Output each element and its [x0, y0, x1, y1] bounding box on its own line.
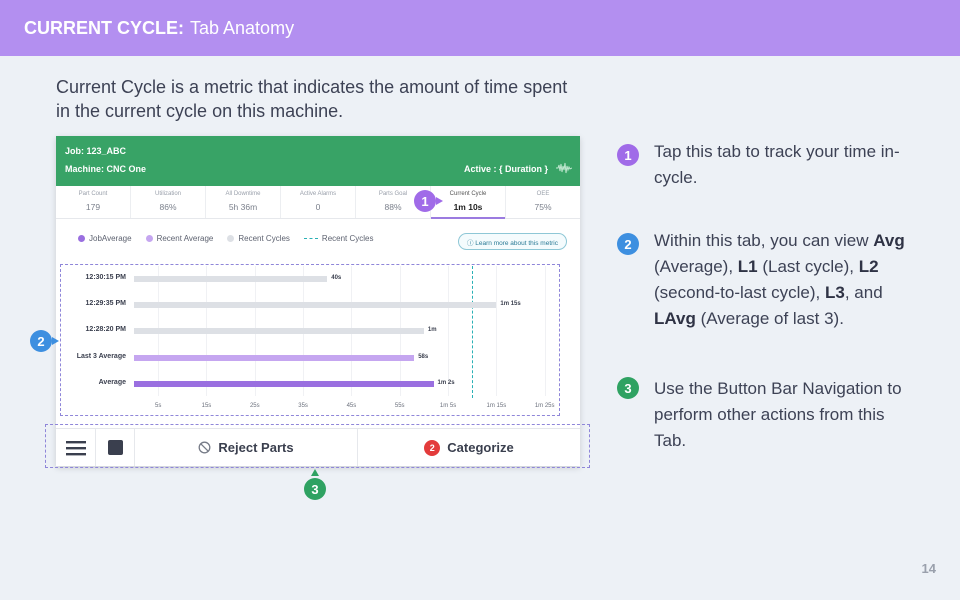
callout-2-arrow-icon	[52, 337, 59, 345]
legend-dash	[303, 238, 318, 239]
note-2-part: (second-to-last cycle),	[654, 283, 825, 302]
callout-1-badge: 1	[414, 190, 436, 212]
header-title-rest: Tab Anatomy	[190, 17, 295, 38]
callout-2-badge: 2	[30, 330, 52, 352]
legend-swatch	[145, 235, 153, 242]
tab-value: 5h 36m	[228, 202, 258, 212]
job-label: Job: 123_ABC	[65, 146, 127, 156]
note-1-text: Tap this tab to track your time in-cycle…	[654, 142, 900, 187]
tab-label: Active Alarms	[299, 191, 337, 197]
tab-label: Part Count	[78, 191, 108, 197]
note-2-part: (Last cycle),	[757, 257, 859, 276]
machine-label: Machine: CNC One	[65, 164, 147, 174]
learn-more-button[interactable]: ⓘ Learn more about this metric	[457, 233, 567, 250]
legend-item: JobAverage	[78, 234, 132, 243]
chart-highlight-box	[60, 264, 560, 416]
intro-text: Current Cycle is a metric that indicates…	[56, 77, 568, 121]
tab-all-downtime[interactable]: All Downtime 5h 36m	[206, 186, 281, 218]
tab-label: Utilization	[154, 191, 181, 197]
tab-active-alarms[interactable]: Active Alarms 0	[281, 186, 356, 218]
header-title-bold: CURRENT CYCLE:	[24, 17, 184, 38]
callout-3-badge: 3	[304, 478, 326, 500]
note-1-badge: 1	[617, 144, 639, 166]
legend-label: Recent Cycles	[238, 234, 290, 243]
slide-header: CURRENT CYCLE: Tab Anatomy	[0, 0, 960, 56]
legend-swatch	[78, 235, 85, 242]
note-2-part: (Average),	[654, 257, 738, 276]
note-2-part: (Average of last 3).	[695, 309, 844, 328]
tab-oee[interactable]: OEE 75%	[506, 186, 580, 218]
tab-value: 179	[85, 202, 101, 212]
legend-label: JobAverage	[89, 234, 132, 243]
legend-item: Recent Average	[145, 234, 214, 243]
note-2-prefix: Within this tab, you can view	[654, 231, 874, 250]
tab-value: 75%	[534, 202, 552, 212]
waveform-icon	[556, 162, 572, 174]
legend-item: Recent Cycles	[227, 234, 290, 243]
tab-value: 0	[315, 202, 321, 212]
note-2-badge: 2	[617, 233, 639, 255]
legend-item: Recent Cycles	[303, 234, 374, 243]
chart-legend: JobAverage Recent Average Recent Cycles …	[78, 234, 374, 243]
note-2-text: Within this tab, you can view Avg (Avera…	[654, 228, 914, 332]
note-2-part: , and	[844, 283, 883, 302]
legend-label: Recent Average	[156, 234, 214, 243]
term-lavg: LAvg	[654, 309, 696, 328]
active-duration: Active : { Duration }	[463, 164, 548, 174]
legend-label: Recent Cycles	[321, 234, 374, 243]
tab-part-count[interactable]: Part Count 179	[56, 186, 131, 218]
tab-label: OEE	[536, 191, 550, 197]
button-bar-highlight-box	[45, 424, 590, 468]
app-header: Job: 123_ABC Machine: CNC One Active : {…	[56, 136, 580, 186]
note-3-text: Use the Button Bar Navigation to perform…	[654, 379, 902, 450]
callout-3-arrow-icon	[311, 469, 319, 476]
note-3-badge: 3	[617, 377, 639, 399]
callout-1-arrow-icon	[436, 197, 443, 205]
tab-value: 86%	[159, 202, 177, 212]
metric-tabs: Part Count 179 Utilization 86% All Downtim…	[56, 186, 580, 219]
page-number: 14	[921, 561, 936, 576]
tab-label: All Downtime	[225, 191, 261, 197]
term-l1: L1	[737, 257, 758, 276]
term-l2: L2	[858, 257, 879, 276]
term-avg: Avg	[873, 231, 905, 250]
tab-utilization[interactable]: Utilization 86%	[131, 186, 206, 218]
term-l3: L3	[825, 283, 845, 302]
legend-swatch	[227, 235, 235, 242]
